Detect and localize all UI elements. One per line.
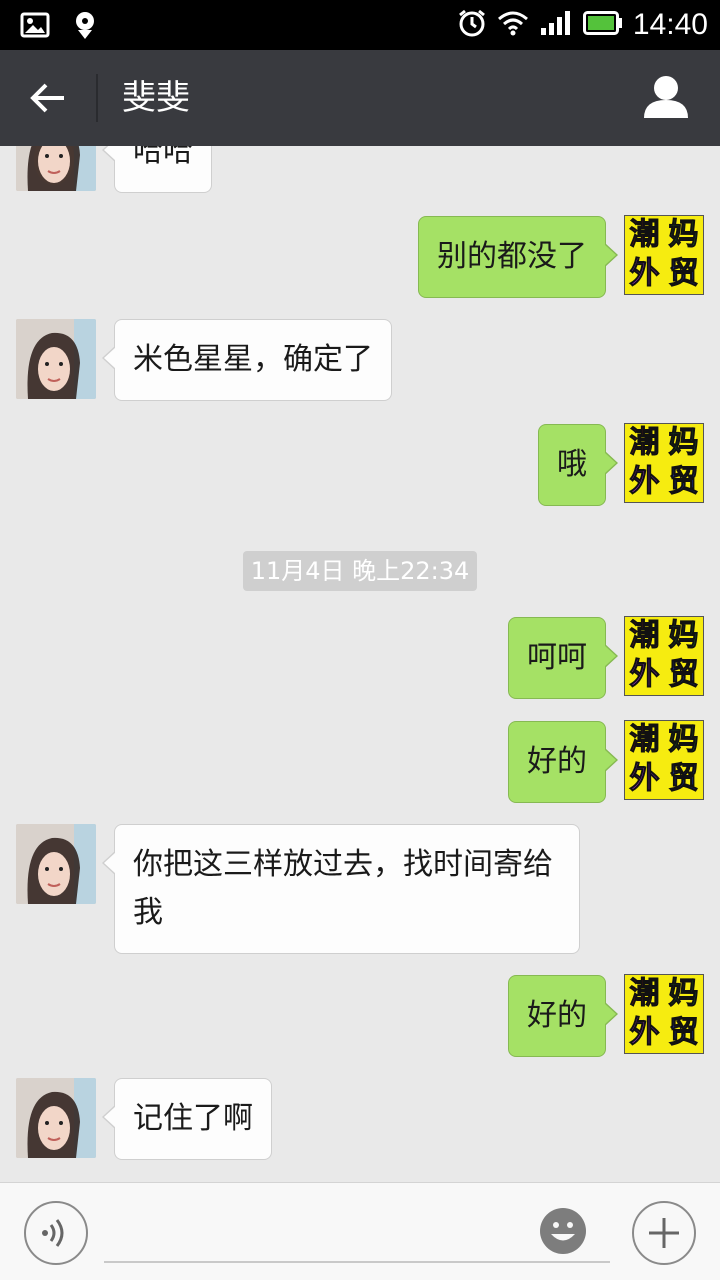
self-avatar[interactable]: 潮妈外贸 bbox=[624, 974, 704, 1054]
logo-char: 贸 bbox=[668, 464, 699, 500]
wifi-icon bbox=[497, 10, 529, 40]
contact-profile-button[interactable] bbox=[640, 72, 692, 124]
more-options-button[interactable] bbox=[632, 1201, 696, 1265]
title-divider bbox=[96, 74, 98, 122]
logo-char: 潮 bbox=[629, 425, 660, 461]
logo-char: 贸 bbox=[668, 657, 699, 693]
message-bubble-sent[interactable]: 好的 bbox=[508, 721, 618, 803]
message-bubble-sent[interactable]: 哦 bbox=[538, 424, 618, 506]
logo-char: 妈 bbox=[668, 722, 699, 758]
signal-icon bbox=[539, 10, 573, 40]
brand-logo: 潮妈外贸 bbox=[625, 721, 703, 799]
message-bubble-received[interactable]: 你把这三样放过去，找时间寄给我 bbox=[102, 824, 580, 954]
logo-char: 外 bbox=[629, 657, 660, 693]
message-bubble-sent[interactable]: 别的都没了 bbox=[418, 216, 618, 298]
person-icon bbox=[644, 76, 688, 118]
logo-char: 潮 bbox=[629, 722, 660, 758]
back-arrow-icon bbox=[30, 83, 64, 113]
self-avatar[interactable]: 潮妈外贸 bbox=[624, 616, 704, 696]
contact-avatar[interactable] bbox=[16, 1078, 96, 1158]
location-icon bbox=[72, 10, 98, 44]
brand-logo: 潮妈外贸 bbox=[625, 975, 703, 1053]
logo-char: 潮 bbox=[629, 976, 660, 1012]
logo-char: 外 bbox=[629, 761, 660, 797]
logo-char: 妈 bbox=[668, 425, 699, 461]
brand-logo: 潮妈外贸 bbox=[625, 617, 703, 695]
input-bar bbox=[0, 1182, 720, 1280]
status-bar: 14:40 bbox=[0, 0, 720, 50]
self-avatar[interactable]: 潮妈外贸 bbox=[624, 720, 704, 800]
voice-icon bbox=[42, 1219, 64, 1247]
logo-char: 贸 bbox=[668, 1015, 699, 1051]
chat-title: 斐斐 bbox=[122, 78, 190, 118]
logo-char: 妈 bbox=[668, 976, 699, 1012]
logo-char: 潮 bbox=[629, 217, 660, 253]
logo-char: 妈 bbox=[668, 217, 699, 253]
contact-avatar[interactable] bbox=[16, 146, 96, 191]
battery-icon bbox=[582, 11, 623, 39]
plus-icon bbox=[649, 1218, 679, 1248]
contact-avatar[interactable] bbox=[16, 824, 96, 904]
logo-char: 外 bbox=[629, 256, 660, 292]
timestamp-divider: 11月4日 晚上22:34 bbox=[243, 551, 477, 591]
brand-logo: 潮妈外贸 bbox=[625, 216, 703, 294]
logo-char: 妈 bbox=[668, 618, 699, 654]
message-bubble-sent[interactable]: 好的 bbox=[508, 975, 618, 1057]
logo-char: 外 bbox=[629, 1015, 660, 1051]
contact-avatar[interactable] bbox=[16, 319, 96, 399]
logo-char: 贸 bbox=[668, 256, 699, 292]
smiley-icon bbox=[540, 1208, 586, 1254]
logo-char: 贸 bbox=[668, 761, 699, 797]
message-bubble-received[interactable]: 哈哈 bbox=[102, 146, 212, 193]
status-time: 14:40 bbox=[632, 8, 708, 41]
self-avatar[interactable]: 潮妈外贸 bbox=[624, 423, 704, 503]
image-icon bbox=[20, 12, 50, 42]
message-input[interactable] bbox=[104, 1195, 610, 1263]
chat-area[interactable]: 哈哈 别的都没了 潮妈外贸 米色星星，确定了 哦 潮妈外贸 11月4日 晚上22… bbox=[0, 146, 720, 1182]
brand-logo: 潮妈外贸 bbox=[625, 424, 703, 502]
message-bubble-received[interactable]: 米色星星，确定了 bbox=[102, 319, 392, 401]
self-avatar[interactable]: 潮妈外贸 bbox=[624, 215, 704, 295]
title-bar: 斐斐 bbox=[0, 50, 720, 146]
back-button[interactable] bbox=[18, 70, 78, 126]
emoji-button[interactable] bbox=[537, 1205, 589, 1257]
voice-input-button[interactable] bbox=[24, 1201, 88, 1265]
message-bubble-received[interactable]: 记住了啊 bbox=[102, 1078, 272, 1160]
logo-char: 外 bbox=[629, 464, 660, 500]
alarm-icon bbox=[457, 8, 487, 42]
message-bubble-sent[interactable]: 呵呵 bbox=[508, 617, 618, 699]
logo-char: 潮 bbox=[629, 618, 660, 654]
